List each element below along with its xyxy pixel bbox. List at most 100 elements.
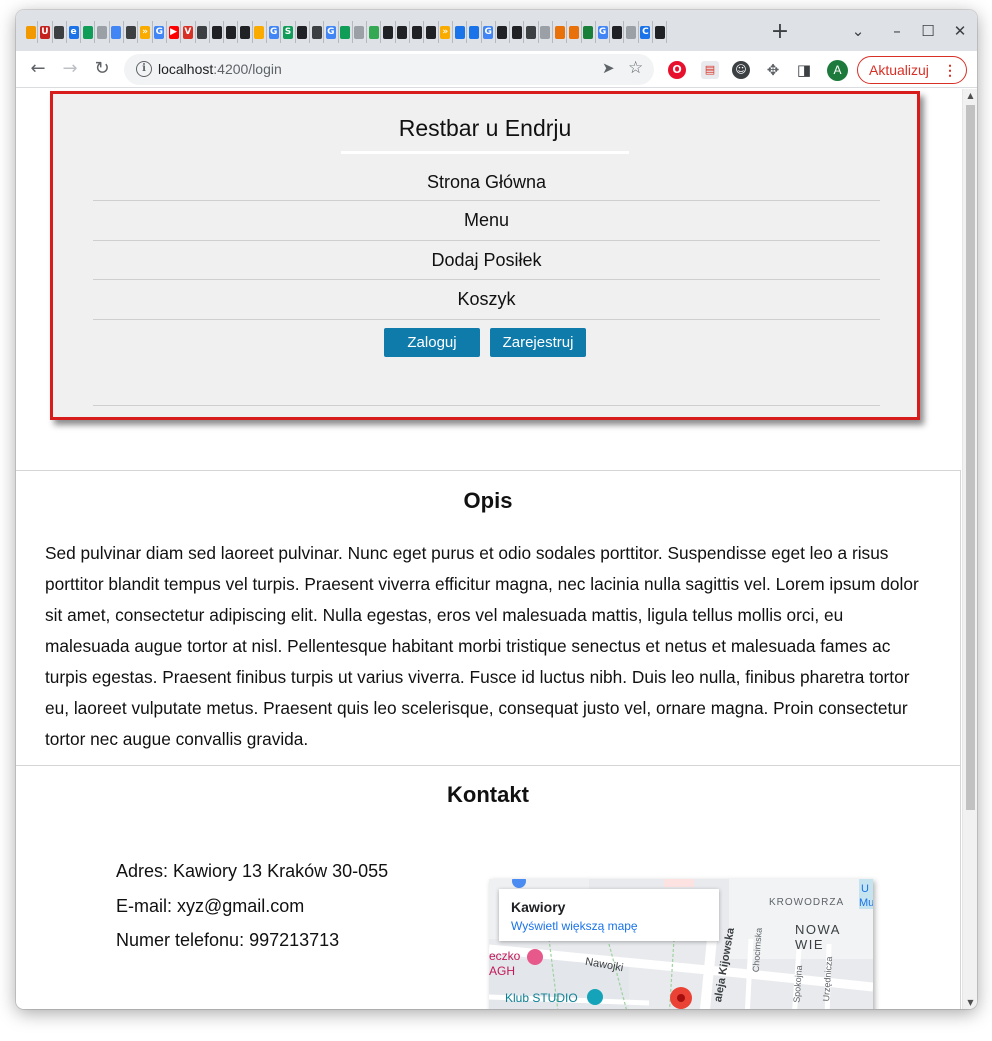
embedded-map[interactable]: KROWODRZA NOWA WIE Nawojki aleja Kijowsk… [489,879,873,1009]
tab-item[interactable]: V [181,21,196,43]
tab-item[interactable]: S [281,21,296,43]
extensions-puzzle-icon[interactable]: ✥ [764,61,782,79]
url-path: :4200/login [213,61,282,77]
forward-icon[interactable]: → [58,57,82,81]
update-button[interactable]: Aktualizuj ⋮ [857,56,967,84]
map-label-krowodrza: KROWODRZA [769,897,845,908]
tab-item[interactable] [81,21,96,43]
tab-item[interactable]: G [153,21,167,43]
tab-item[interactable] [582,21,596,43]
scroll-up-icon[interactable]: ▲ [966,91,975,100]
map-info-card: Kawiory Wyświetl większą mapę [499,889,719,941]
tab-item[interactable] [367,21,382,43]
tab-item[interactable] [196,21,210,43]
maximize-icon[interactable]: ☐ [916,20,940,42]
tab-item[interactable] [610,21,625,43]
accessibility-extension-icon[interactable]: ☺ [732,61,750,79]
scroll-down-icon[interactable]: ▼ [966,998,975,1007]
page-scrollbar[interactable]: ▲ ▼ [962,89,977,1009]
tab-item[interactable]: G [482,21,496,43]
tab-item[interactable] [567,21,582,43]
tab-item[interactable] [310,21,325,43]
tab-item[interactable]: » [138,21,153,43]
map-place-name: Kawiory [511,899,566,915]
tab-item[interactable] [624,21,639,43]
tab-item[interactable] [510,21,525,43]
tab-item[interactable]: C [639,21,654,43]
map-larger-link[interactable]: Wyświetl większą mapę [511,919,707,933]
bookmark-star-icon[interactable]: ☆ [628,58,643,78]
tab-item[interactable] [339,21,353,43]
login-button[interactable]: Zaloguj [384,328,480,357]
reload-icon[interactable]: ↻ [90,57,114,81]
description-section: Opis Sed pulvinar diam sed laoreet pulvi… [16,470,961,766]
bracket-icon [554,25,565,39]
tab-item[interactable] [253,21,268,43]
tab-item[interactable] [353,21,368,43]
send-tab-icon[interactable]: ➤ [602,59,615,77]
description-text: Sed pulvinar diam sed laoreet pulvinar. … [45,543,919,749]
github-icon [225,25,236,39]
tab-item[interactable] [238,21,253,43]
scroll-thumb[interactable] [966,105,975,810]
tab-item[interactable] [224,21,239,43]
close-icon[interactable]: ✕ [948,20,972,42]
globe-icon [583,25,594,39]
back-icon[interactable]: ← [26,57,50,81]
nav-item-home[interactable]: Strona Główna [93,164,880,201]
tab-item[interactable]: G [596,21,611,43]
tab-item[interactable] [110,21,125,43]
browser-window: Ue» G ▶ V G S G» G G C + ⌄ – ☐ ✕ ← → ↻ i localhos… [16,10,977,1009]
tab-item[interactable]: e [67,21,82,43]
tab-item[interactable] [95,21,110,43]
tab-item[interactable]: U [38,21,53,43]
search-icon [626,25,637,39]
tab-item[interactable] [453,21,468,43]
contact-details: Adres: Kawiory 13 Kraków 30-055 E-mail: … [116,861,388,965]
url-text[interactable]: localhost:4200/login [158,61,282,77]
tab-item[interactable] [553,21,568,43]
tab-item[interactable] [424,21,439,43]
register-button[interactable]: Zarejestruj [490,328,586,357]
tab-item[interactable] [653,21,668,43]
nav-item-menu[interactable]: Menu [93,201,880,241]
tab-item[interactable]: » [439,21,453,43]
tab-item[interactable] [396,21,411,43]
tab-item[interactable] [467,21,482,43]
opera-extension-icon[interactable]: O [668,61,686,79]
tab-item[interactable] [539,21,553,43]
nav-item-cart[interactable]: Koszyk [93,280,880,320]
tab-item[interactable]: G [267,21,282,43]
side-panel-icon[interactable]: ◨ [795,61,813,79]
nav-item-add-meal[interactable]: Dodaj Posiłek [93,241,880,280]
tab-item[interactable] [53,21,67,43]
site-info-icon[interactable]: i [136,61,152,77]
tab-item[interactable] [524,21,539,43]
pdf-extension-icon[interactable]: ▤ [701,61,719,79]
tab-item[interactable] [210,21,225,43]
play-icon: ▶ [168,25,179,39]
site-title: Restbar u Endrju [398,115,572,141]
tab-item[interactable] [410,21,425,43]
tab-item[interactable] [381,21,396,43]
tab-item[interactable] [496,21,511,43]
hand-icon [254,25,265,39]
tab-search-icon[interactable]: ⌄ [846,20,870,42]
u-icon: U [39,25,50,39]
tab-item[interactable]: ▶ [167,21,182,43]
new-tab-button[interactable]: + [768,20,792,44]
profile-avatar[interactable]: A [827,60,848,81]
contact-address: Adres: Kawiory 13 Kraków 30-055 [116,861,389,881]
tab-item[interactable] [124,21,139,43]
bars-icon [311,25,322,39]
minimize-icon[interactable]: – [885,20,909,42]
github-icon [397,25,408,39]
g-icon: G [325,25,336,39]
tab-item[interactable]: G [324,21,339,43]
github-icon [611,25,622,39]
address-bar[interactable]: i localhost:4200/login ➤ ☆ [124,54,654,85]
tab-item[interactable] [24,21,39,43]
tab-item[interactable] [296,21,310,43]
title-underline [341,151,629,154]
dot-icon [540,25,551,39]
